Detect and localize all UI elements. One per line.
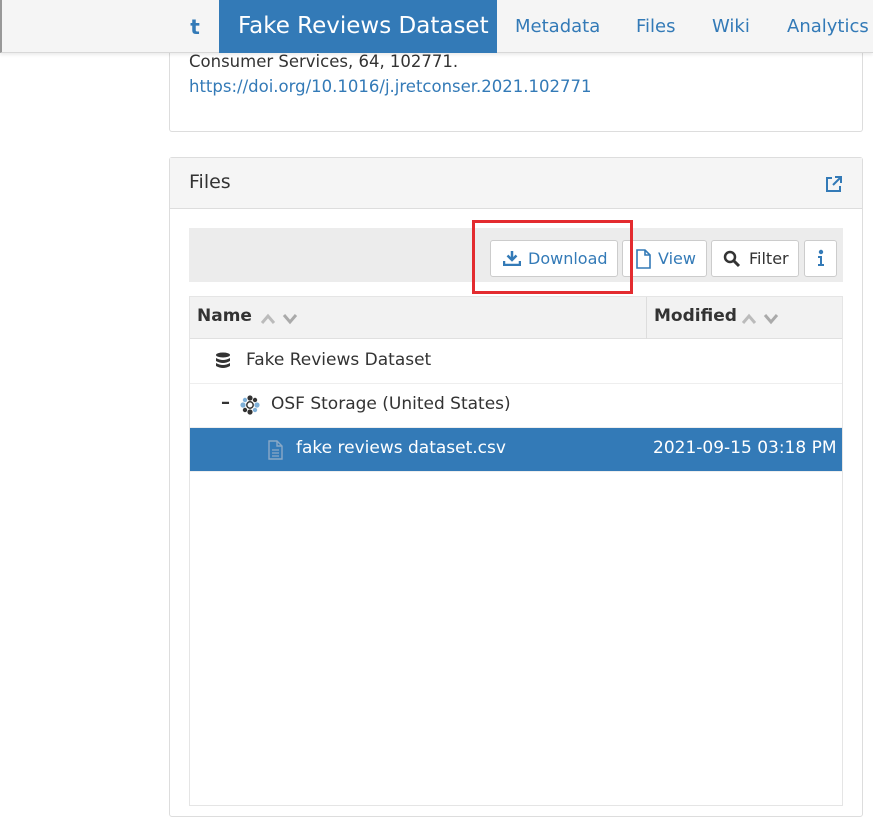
download-highlight-box (472, 220, 633, 294)
nav-analytics-link[interactable]: Analytics (787, 0, 869, 53)
column-separator (646, 297, 647, 339)
tree-row-storage-name: OSF Storage (United States) (271, 394, 511, 414)
file-name: fake reviews dataset.csv (296, 438, 506, 458)
tree-row-file-selected[interactable]: fake reviews dataset.csv 2021-09-15 03:1… (190, 428, 842, 472)
filter-button-label: Filter (749, 249, 789, 268)
file-icon (268, 440, 283, 460)
grid-header: Name Modified (190, 297, 842, 339)
tree-row-project-name: Fake Reviews Dataset (246, 350, 432, 370)
citation-text: Consumer Services, 64, 102771. (189, 52, 459, 71)
files-panel-heading: Files (170, 158, 862, 209)
database-icon (216, 352, 230, 368)
citation-doi-link[interactable]: https://doi.org/10.1016/j.jretconser.202… (189, 77, 592, 96)
info-icon (818, 249, 824, 266)
up-arrow-icon[interactable]: t (183, 14, 207, 40)
search-icon (723, 250, 741, 268)
collapse-icon[interactable]: – (221, 392, 230, 413)
name-column-header: Name (197, 306, 252, 326)
name-sort-icon[interactable] (260, 311, 300, 325)
osf-storage-icon (240, 395, 260, 415)
file-modified-date: 2021-09-15 03:18 PM (653, 438, 837, 458)
view-button-label: View (658, 249, 696, 268)
info-button[interactable] (804, 240, 837, 277)
top-navbar: t Fake Reviews Dataset Metadata Files Wi… (0, 0, 873, 53)
modified-column-header: Modified (654, 306, 737, 326)
external-link-icon[interactable] (824, 174, 844, 194)
file-tree-grid: Name Modified Fake Reviews Dataset – OSF… (189, 296, 843, 806)
project-title-link[interactable]: Fake Reviews Dataset (219, 0, 497, 53)
nav-wiki-link[interactable]: Wiki (712, 0, 750, 53)
file-icon (636, 249, 651, 269)
modified-sort-icon[interactable] (741, 311, 781, 325)
nav-metadata-link[interactable]: Metadata (515, 0, 600, 53)
nav-files-link[interactable]: Files (636, 0, 676, 53)
view-button[interactable]: View (622, 240, 707, 277)
filter-button[interactable]: Filter (711, 240, 799, 277)
tree-row-storage[interactable]: – OSF Storage (United States) (190, 384, 842, 428)
tree-row-project[interactable]: Fake Reviews Dataset (190, 340, 842, 384)
files-panel-title: Files (189, 171, 231, 193)
